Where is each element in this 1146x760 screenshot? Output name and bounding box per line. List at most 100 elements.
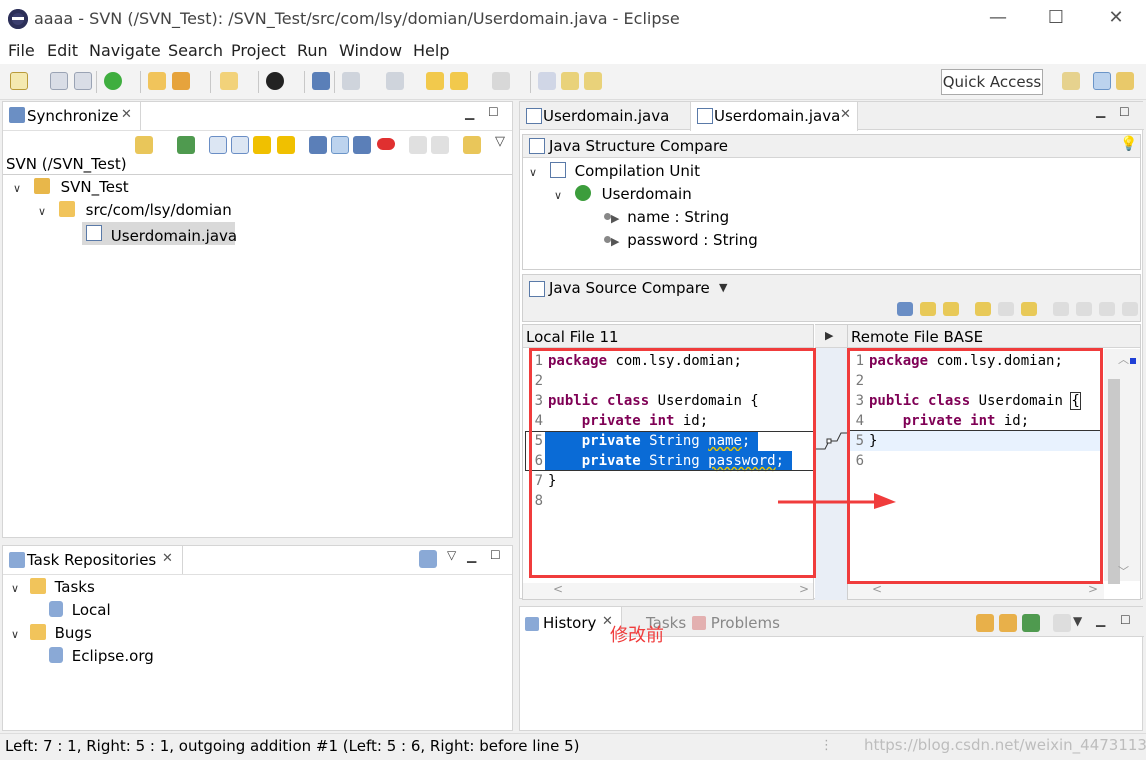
view-menu-icon[interactable]: ▽ — [495, 134, 505, 149]
copy-all-right-icon[interactable] — [998, 302, 1014, 316]
history-tab[interactable]: History ✕ — [520, 607, 622, 638]
menu-file[interactable]: File — [8, 41, 35, 60]
commit-all-icon[interactable] — [177, 136, 195, 154]
project-label: SVN_Test — [60, 178, 129, 196]
pin-icon[interactable] — [463, 136, 481, 154]
back-icon[interactable] — [450, 72, 468, 90]
show-ancestor-icon[interactable] — [920, 302, 936, 316]
incoming-mode-icon[interactable] — [309, 136, 327, 154]
previous-difference-icon[interactable] — [1076, 302, 1092, 316]
profile-icon[interactable] — [266, 72, 284, 90]
maximize-editor-icon[interactable]: ☐ — [1119, 105, 1130, 119]
lightbulb-icon[interactable]: 💡 — [1120, 136, 1137, 152]
minimize-view-icon[interactable]: ▁ — [465, 106, 474, 120]
maximize-view-icon[interactable]: ☐ — [488, 105, 499, 119]
run-icon[interactable] — [104, 72, 122, 90]
open-task-icon[interactable] — [584, 72, 602, 90]
save-icon[interactable] — [50, 72, 68, 90]
previous-difference-icon[interactable] — [277, 136, 295, 154]
horizontal-scrollbar[interactable]: < > — [848, 582, 1104, 599]
tree-item-file[interactable]: Userdomain.java — [82, 222, 237, 245]
close-tab-icon[interactable]: ✕ — [162, 551, 173, 566]
editor-tab-2[interactable]: Userdomain.java ✕ — [690, 102, 858, 131]
view-menu-icon[interactable]: ▼ — [1073, 614, 1082, 628]
ignore-whitespace-icon[interactable] — [897, 302, 913, 316]
tree-item-local[interactable]: Local — [49, 601, 111, 619]
new-icon[interactable] — [10, 72, 28, 90]
view-menu-icon[interactable]: ▽ — [447, 548, 456, 562]
run-tool-icon[interactable] — [172, 72, 190, 90]
close-button[interactable]: ✕ — [1093, 6, 1139, 32]
copy-to-right-icon[interactable]: ▶ — [825, 329, 833, 342]
incoming-outgoing-mode-icon[interactable] — [353, 136, 371, 154]
minimize-editor-icon[interactable]: ▁ — [1096, 104, 1105, 118]
horizontal-scrollbar[interactable]: < > — [523, 582, 813, 599]
minimize-button[interactable]: — — [975, 6, 1021, 32]
vertical-scrollbar[interactable]: ︿ ﹀ — [1104, 349, 1140, 584]
next-change-icon[interactable] — [1099, 302, 1115, 316]
minimize-view-icon[interactable]: ▁ — [467, 549, 476, 563]
synchronize-tab[interactable]: Synchronize ✕ — [3, 102, 141, 130]
menu-help[interactable]: Help — [413, 41, 449, 60]
collapse-all-icon[interactable] — [231, 136, 249, 154]
synchronize-svn-icon[interactable] — [135, 136, 153, 154]
menu-edit[interactable]: Edit — [47, 41, 78, 60]
dropdown-arrow-icon[interactable]: ▼ — [719, 281, 727, 294]
swap-sides-icon[interactable] — [943, 302, 959, 316]
tree-compilation-unit[interactable]: ∨ Compilation Unit — [529, 162, 700, 180]
menu-run[interactable]: Run — [297, 41, 328, 60]
tree-item-project[interactable]: ∨ SVN_Test — [13, 178, 129, 196]
tree-item-bugs[interactable]: ∨ Bugs — [11, 624, 92, 642]
minimize-view-icon[interactable]: ▁ — [1096, 613, 1105, 627]
outgoing-mode-icon[interactable] — [331, 136, 349, 154]
forward-icon[interactable] — [492, 72, 510, 90]
maximize-view-icon[interactable]: ☐ — [490, 548, 501, 562]
editor-tab-1[interactable]: Userdomain.java — [520, 102, 690, 130]
close-tab-icon[interactable]: ✕ — [840, 107, 851, 122]
link-with-editor-icon[interactable] — [976, 614, 994, 632]
problems-tab[interactable]: Problems — [692, 614, 780, 632]
team-sync-perspective-icon[interactable] — [1093, 72, 1111, 90]
quick-access-field[interactable]: Quick Access — [941, 69, 1043, 95]
next-difference-icon[interactable] — [253, 136, 271, 154]
prev-annotation-icon[interactable] — [386, 72, 404, 90]
open-folder-icon[interactable] — [148, 72, 166, 90]
copy-left-icon[interactable] — [409, 136, 427, 154]
menu-project[interactable]: Project — [231, 41, 286, 60]
previous-change-icon[interactable] — [1122, 302, 1138, 316]
search-java-icon[interactable] — [538, 72, 556, 90]
team-sync-icon[interactable] — [220, 72, 238, 90]
tree-item-tasks[interactable]: ∨ Tasks — [11, 578, 95, 596]
menu-window[interactable]: Window — [339, 41, 402, 60]
repository-icon — [49, 601, 63, 617]
tree-field-password[interactable]: ▶ password : String — [604, 231, 758, 249]
tree-class[interactable]: ∨ Userdomain — [554, 185, 692, 203]
maximize-view-icon[interactable]: ☐ — [1120, 613, 1131, 627]
next-annotation-icon[interactable] — [342, 72, 360, 90]
add-repository-icon[interactable] — [419, 550, 437, 568]
pin-history-icon[interactable] — [999, 614, 1017, 632]
refresh-history-icon[interactable] — [1022, 614, 1040, 632]
copy-current-change-icon[interactable] — [1021, 302, 1037, 316]
copy-right-icon[interactable] — [431, 136, 449, 154]
expand-all-icon[interactable] — [209, 136, 227, 154]
save-all-icon[interactable] — [74, 72, 92, 90]
task-repositories-tab[interactable]: Task Repositories ✕ — [3, 546, 183, 574]
copy-all-left-icon[interactable] — [975, 302, 991, 316]
conflicts-mode-icon[interactable] — [377, 138, 395, 150]
open-type-icon[interactable] — [561, 72, 579, 90]
tree-item-package[interactable]: ∨ src/com/lsy/domian — [38, 201, 232, 219]
console-icon[interactable] — [312, 72, 330, 90]
maximize-button[interactable]: ☐ — [1033, 6, 1079, 32]
menu-navigate[interactable]: Navigate — [89, 41, 161, 60]
tree-field-name[interactable]: ▶ name : String — [604, 208, 729, 226]
close-tab-icon[interactable]: ✕ — [121, 107, 132, 122]
next-difference-icon[interactable] — [1053, 302, 1069, 316]
tree-item-eclipse-org[interactable]: Eclipse.org — [49, 647, 154, 665]
menu-search[interactable]: Search — [168, 41, 223, 60]
java-file-icon — [86, 225, 102, 241]
last-edit-icon[interactable] — [426, 72, 444, 90]
svn-perspective-icon[interactable] — [1116, 72, 1134, 90]
open-perspective-icon[interactable] — [1062, 72, 1080, 90]
compare-mode-icon[interactable] — [1053, 614, 1071, 632]
